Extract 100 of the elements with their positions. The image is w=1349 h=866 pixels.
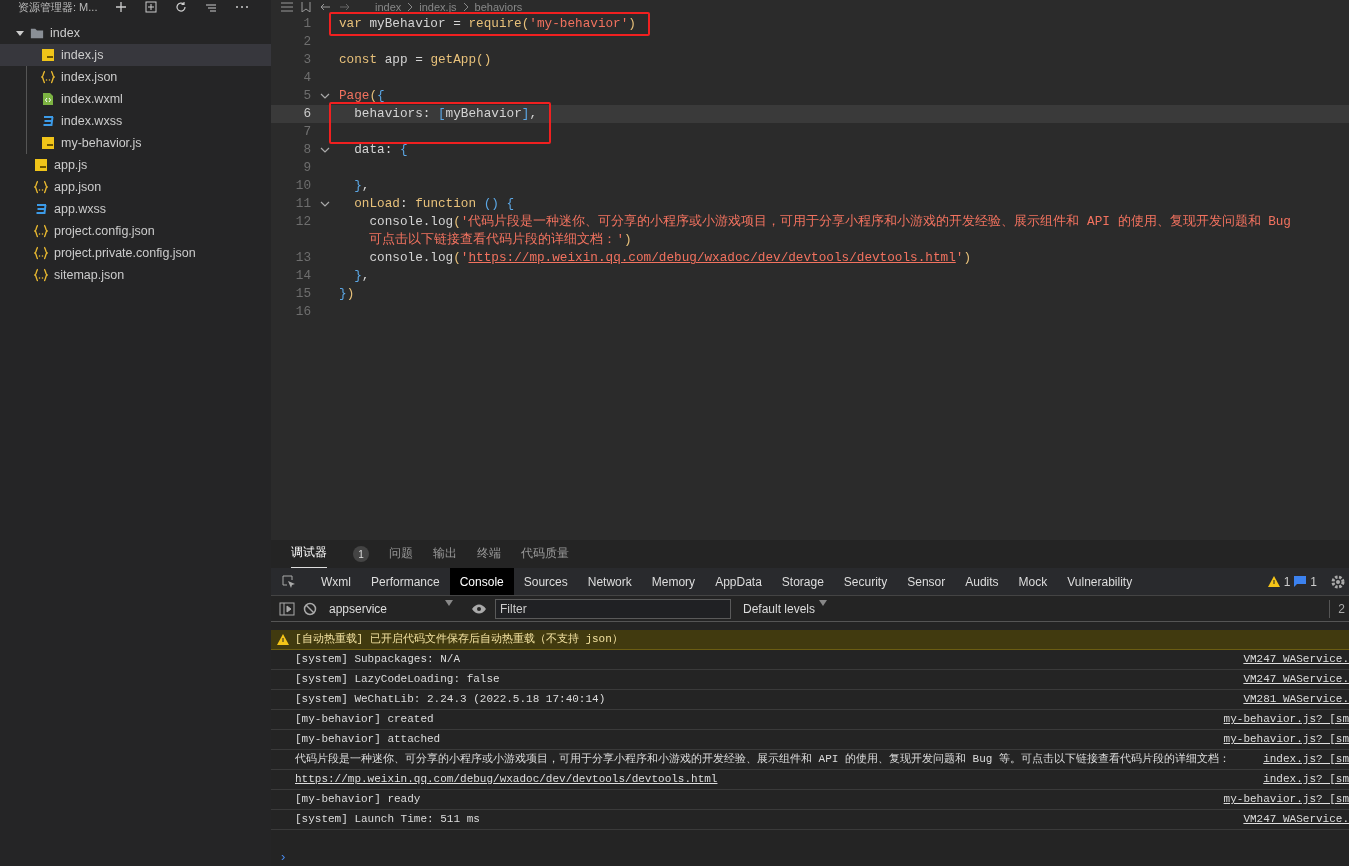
caret-icon [445, 599, 453, 606]
eye-icon[interactable] [471, 602, 487, 615]
message-count: 1 [1310, 573, 1317, 591]
devtools-tab[interactable]: Storage [771, 568, 834, 595]
breadcrumb-item[interactable]: index.js [419, 1, 457, 13]
message-text: [my-behavior] created [295, 712, 435, 727]
tree-item[interactable]: app.js [0, 154, 271, 176]
line-number: 8 [302, 141, 311, 160]
css-icon [34, 202, 48, 216]
code-line: var myBehavior = require('my-behavior') [339, 15, 636, 34]
source-link[interactable]: VM281 WAService. [1229, 692, 1349, 707]
panel-tab[interactable]: 输出 [433, 540, 457, 568]
message-link[interactable]: https://mp.weixin.qq.com/debug/wxadoc/dev/devtools/devtools.html [295, 773, 718, 785]
tree-item[interactable]: app.wxss [0, 198, 271, 220]
line-number: 15 [294, 285, 311, 304]
tree-item[interactable]: my-behavior.js [0, 132, 271, 154]
line-number: 7 [302, 123, 311, 142]
braces-icon [34, 180, 48, 194]
source-link[interactable]: VM247 WAService. [1229, 812, 1349, 827]
warning-icon [277, 634, 289, 645]
code-line: 可点击以下链接查看代码片段的详细文档：') [368, 231, 632, 250]
braces-icon [41, 70, 55, 84]
devtools-tab[interactable]: Console [449, 568, 514, 595]
context-select[interactable]: appservice [325, 599, 457, 618]
tree-item[interactable]: index.json [0, 66, 271, 88]
devtools-tab[interactable]: Mock [1008, 568, 1058, 595]
source-link[interactable]: VM247 WAService. [1229, 652, 1349, 667]
fold-chevron-icon[interactable] [320, 147, 330, 153]
panel-tab[interactable]: 终端 [477, 540, 501, 568]
code-line: Page({ [339, 87, 385, 106]
line-number: 16 [294, 303, 311, 322]
panel-tab[interactable]: 问题 [389, 540, 413, 568]
braces-icon [34, 268, 48, 282]
collapse-icon[interactable] [205, 1, 218, 13]
tree-item[interactable]: index.js [0, 44, 271, 66]
devtools-tab[interactable]: Sources [513, 568, 578, 595]
refresh-icon[interactable] [175, 1, 188, 13]
devtools-tab[interactable]: Memory [641, 568, 706, 595]
devtools-tab[interactable]: Audits [955, 568, 1009, 595]
folder-icon [30, 26, 44, 40]
tree-item[interactable]: app.json [0, 176, 271, 198]
source-link[interactable]: my-behavior.js? [sm [1209, 732, 1349, 747]
filter-field[interactable]: Filter [495, 598, 731, 619]
line-number: 5 [302, 87, 311, 106]
message-text: [system] WeChatLib: 2.24.3 (2022.5.18 17:40:14) [295, 692, 607, 707]
breadcrumb-item[interactable]: behaviors [474, 1, 523, 13]
new-folder-icon[interactable] [145, 1, 158, 13]
clear-icon[interactable] [303, 601, 317, 616]
breadcrumb-item[interactable]: index [375, 1, 402, 13]
js-file-icon [41, 136, 55, 150]
tree-item[interactable]: project.config.json [0, 220, 271, 242]
line-number: 11 [294, 195, 311, 214]
devtools-tab[interactable]: Sensor [897, 568, 956, 595]
forward-arrow-icon [339, 2, 351, 12]
chevron-icon [462, 3, 469, 11]
fold-chevron-icon[interactable] [320, 93, 330, 99]
source-link[interactable]: index.js? [sm [1249, 772, 1349, 787]
tree-item[interactable]: index.wxml [0, 88, 271, 110]
chevron-icon [407, 3, 414, 11]
devtools-tab[interactable]: Vulnerability [1057, 568, 1143, 595]
prompt-caret[interactable]: › [281, 849, 286, 864]
tree-item[interactable]: index [0, 22, 271, 44]
message-icon [1294, 576, 1307, 587]
message-text: [system] Subpackages: N/A [295, 652, 462, 667]
levels-select[interactable]: Default levels [739, 599, 832, 618]
new-file-icon[interactable] [115, 1, 128, 13]
message-text: 代码片段是一种迷你、可分享的小程序或小游戏项目，可用于分享小程序和小游戏的开发经验、展示组件和 API 的使用、复现开发问题和 Bug 等。可点击以下链接查看代码片段的详细文档： [295, 752, 1231, 767]
js-file-icon [41, 48, 55, 62]
code-line: console.log('https://mp.weixin.qq.com/debug/wxadoc/dev/devtools/devtools.html') [368, 249, 971, 268]
tree-item[interactable]: index.wxss [0, 110, 271, 132]
code-line: onLoad: function () { [353, 195, 515, 214]
devtools-tab[interactable]: Performance [361, 568, 450, 595]
devtools-tab[interactable]: Wxml [311, 568, 361, 595]
braces-icon [34, 246, 48, 260]
code-line: data: { [353, 141, 408, 160]
line-number: 13 [294, 249, 311, 268]
back-arrow-icon [319, 2, 331, 12]
code-file-icon [41, 92, 55, 106]
line-number: 12 [294, 213, 311, 232]
panel-tab[interactable]: 代码质量 [521, 540, 569, 568]
message-text: [system] Launch Time: 511 ms [295, 812, 481, 827]
tree-item[interactable]: sitemap.json [0, 264, 271, 286]
tree-item[interactable]: project.private.config.json [0, 242, 271, 264]
line-number: 6 [302, 105, 311, 124]
inspect-icon[interactable] [281, 573, 297, 590]
caret-icon [819, 599, 828, 606]
source-link[interactable]: index.js? [sm [1249, 752, 1349, 767]
bookmark-icon [301, 2, 311, 12]
sidebar-title: 资源管理器: M... [18, 1, 98, 13]
devtools-tab[interactable]: Security [833, 568, 898, 595]
source-link[interactable]: my-behavior.js? [sm [1209, 712, 1349, 727]
devtools-tab[interactable]: AppData [705, 568, 772, 595]
sidebar-toggle-icon[interactable] [279, 601, 295, 616]
source-link[interactable]: VM247 WAService. [1229, 672, 1349, 687]
source-link[interactable]: my-behavior.js? [sm [1209, 792, 1349, 807]
devtools-tab[interactable]: Network [577, 568, 642, 595]
code-line: }, [353, 177, 370, 196]
fold-chevron-icon[interactable] [320, 201, 330, 207]
line-number: 10 [294, 177, 311, 196]
settings-icon[interactable] [1331, 574, 1345, 589]
